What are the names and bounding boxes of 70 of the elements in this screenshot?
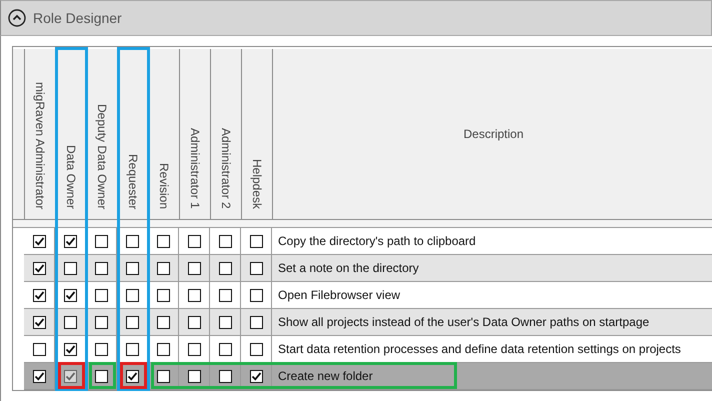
checkbox[interactable] xyxy=(32,316,46,328)
checkbox[interactable] xyxy=(156,342,170,356)
checkbox[interactable] xyxy=(250,288,262,302)
checkbox[interactable] xyxy=(126,316,138,328)
checkbox[interactable] xyxy=(250,370,262,382)
table-row[interactable]: Show all projects instead of the user's Data Owner paths on startpage xyxy=(24,309,712,336)
column-header[interactable]: Helpdesk xyxy=(242,49,273,219)
checkbox[interactable] xyxy=(32,288,46,302)
checkbox[interactable] xyxy=(218,288,232,302)
collapse-button[interactable] xyxy=(7,8,27,28)
checkbox[interactable] xyxy=(32,370,46,382)
checkbox[interactable] xyxy=(126,262,138,274)
column-header[interactable]: Requester xyxy=(118,49,149,219)
table-row[interactable]: Copy the directory's path to clipboard xyxy=(24,228,712,255)
table-row[interactable]: Start data retention processes and define data retention settings on projects xyxy=(24,336,712,363)
checkbox[interactable] xyxy=(188,288,200,302)
checkbox[interactable] xyxy=(250,234,262,248)
checkbox[interactable] xyxy=(218,262,232,274)
table-cell: Set a note on the directory xyxy=(278,261,419,275)
checkbox[interactable] xyxy=(126,234,138,248)
table-cell: Open Filebrowser view xyxy=(278,288,400,302)
checkbox[interactable] xyxy=(250,342,262,356)
checkbox[interactable] xyxy=(188,262,200,274)
table-cell: Copy the directory's path to clipboard xyxy=(278,234,476,248)
table-cell: Create new folder xyxy=(278,369,373,383)
checkbox[interactable] xyxy=(126,370,138,382)
panel-title: Role Designer xyxy=(33,10,122,26)
checkbox[interactable] xyxy=(156,370,170,382)
checkbox[interactable] xyxy=(32,262,46,274)
table-cell: Show all projects instead of the user's Data Owner paths on startpage xyxy=(278,315,650,329)
checkbox[interactable] xyxy=(156,288,170,302)
checkbox[interactable] xyxy=(94,370,108,382)
checkbox[interactable] xyxy=(156,262,170,274)
checkbox[interactable] xyxy=(126,288,138,302)
checkbox[interactable] xyxy=(32,342,46,356)
checkbox[interactable] xyxy=(32,234,46,248)
checkbox[interactable] xyxy=(64,316,76,328)
checkbox[interactable] xyxy=(64,288,76,302)
checkbox[interactable] xyxy=(250,262,262,274)
chevron-up-icon xyxy=(8,9,26,27)
checkbox[interactable] xyxy=(218,316,232,328)
column-header[interactable]: Deputy Data Owner xyxy=(87,49,118,219)
column-header[interactable]: Administrator 1 xyxy=(180,49,211,219)
table-row[interactable]: Open Filebrowser view xyxy=(24,282,712,309)
checkbox[interactable] xyxy=(94,234,108,248)
column-header[interactable]: migRaven Administrator xyxy=(25,49,56,219)
column-header[interactable]: Data Owner xyxy=(56,49,87,219)
checkbox[interactable] xyxy=(156,234,170,248)
checkbox[interactable] xyxy=(94,316,108,328)
checkbox[interactable] xyxy=(126,342,138,356)
checkbox[interactable] xyxy=(188,370,200,382)
checkbox[interactable] xyxy=(64,234,76,248)
checkbox[interactable] xyxy=(94,262,108,274)
checkbox[interactable] xyxy=(218,234,232,248)
column-header[interactable]: Description xyxy=(273,49,712,219)
checkbox[interactable] xyxy=(156,316,170,328)
column-header[interactable]: Revision xyxy=(149,49,180,219)
table-cell: Start data retention processes and define data retention settings on projects xyxy=(278,342,681,356)
checkbox[interactable] xyxy=(94,288,108,302)
checkbox[interactable] xyxy=(64,262,76,274)
checkbox[interactable] xyxy=(188,316,200,328)
checkbox[interactable] xyxy=(188,342,200,356)
checkbox[interactable] xyxy=(94,342,108,356)
checkbox[interactable] xyxy=(218,342,232,356)
checkbox[interactable] xyxy=(218,370,232,382)
table-row[interactable]: Set a note on the directory xyxy=(24,255,712,282)
checkbox[interactable] xyxy=(250,316,262,328)
checkbox[interactable] xyxy=(64,342,76,356)
checkbox[interactable] xyxy=(188,234,200,248)
column-header[interactable]: Administrator 2 xyxy=(211,49,242,219)
